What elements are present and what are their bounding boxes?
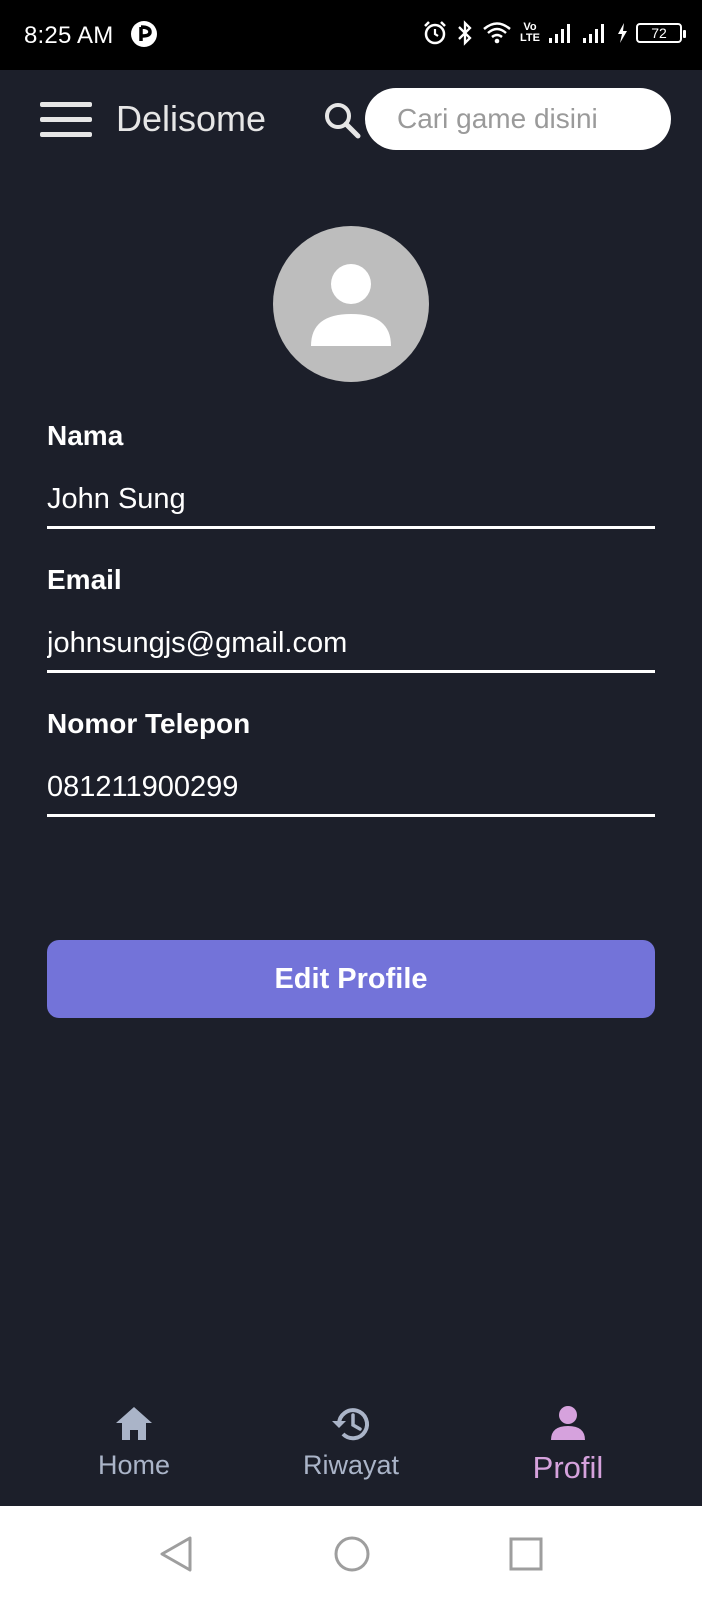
search-icon[interactable]: [322, 100, 362, 140]
name-field[interactable]: [47, 473, 655, 529]
edit-profile-button[interactable]: Edit Profile: [47, 940, 655, 1018]
app-header: Delisome: [0, 70, 702, 170]
battery-level: 72: [651, 25, 667, 41]
name-label: Nama: [47, 420, 124, 451]
alarm-icon: [424, 21, 446, 45]
nav-home-label: Home: [97, 1450, 171, 1480]
profile-avatar: [273, 226, 429, 382]
charging-icon: [618, 23, 627, 43]
status-bar: 8:25 AM Vo LTE 72: [0, 0, 702, 70]
app-title: Delisome: [116, 98, 267, 139]
nav-profil-label: Profil: [532, 1450, 604, 1485]
wifi-icon: [483, 22, 511, 44]
signal-icon: [583, 24, 604, 43]
email-field[interactable]: [47, 617, 655, 673]
bluetooth-icon: [458, 20, 472, 46]
home-circle-icon[interactable]: [332, 1534, 372, 1574]
battery-icon: 72: [636, 23, 686, 43]
hamburger-menu-icon[interactable]: [40, 102, 92, 138]
bottom-navigation: Home Riwayat Profil: [0, 1390, 702, 1506]
status-indicators: Vo LTE 72: [422, 20, 686, 46]
email-label: Email: [47, 564, 122, 595]
home-icon: [116, 1407, 152, 1440]
phone-label: Nomor Telepon: [47, 708, 251, 739]
phone-field[interactable]: [47, 761, 655, 817]
notification-app-icon: [130, 20, 158, 53]
history-icon: [332, 1408, 369, 1441]
recents-icon[interactable]: [508, 1534, 544, 1574]
status-time: 8:25 AM: [24, 22, 114, 49]
volte-indicator: Vo LTE: [520, 22, 540, 44]
person-icon: [551, 1406, 585, 1440]
person-icon: [311, 264, 391, 346]
nav-riwayat-label: Riwayat: [302, 1450, 400, 1480]
search-input[interactable]: [365, 88, 671, 150]
nav-riwayat[interactable]: Riwayat: [251, 1390, 451, 1481]
signal-icon: [549, 24, 570, 43]
nav-home[interactable]: Home: [34, 1390, 234, 1481]
nav-profil[interactable]: Profil: [468, 1390, 668, 1486]
lte-label: LTE: [520, 32, 540, 44]
system-navigation-bar: [0, 1506, 702, 1600]
back-icon[interactable]: [158, 1534, 194, 1574]
